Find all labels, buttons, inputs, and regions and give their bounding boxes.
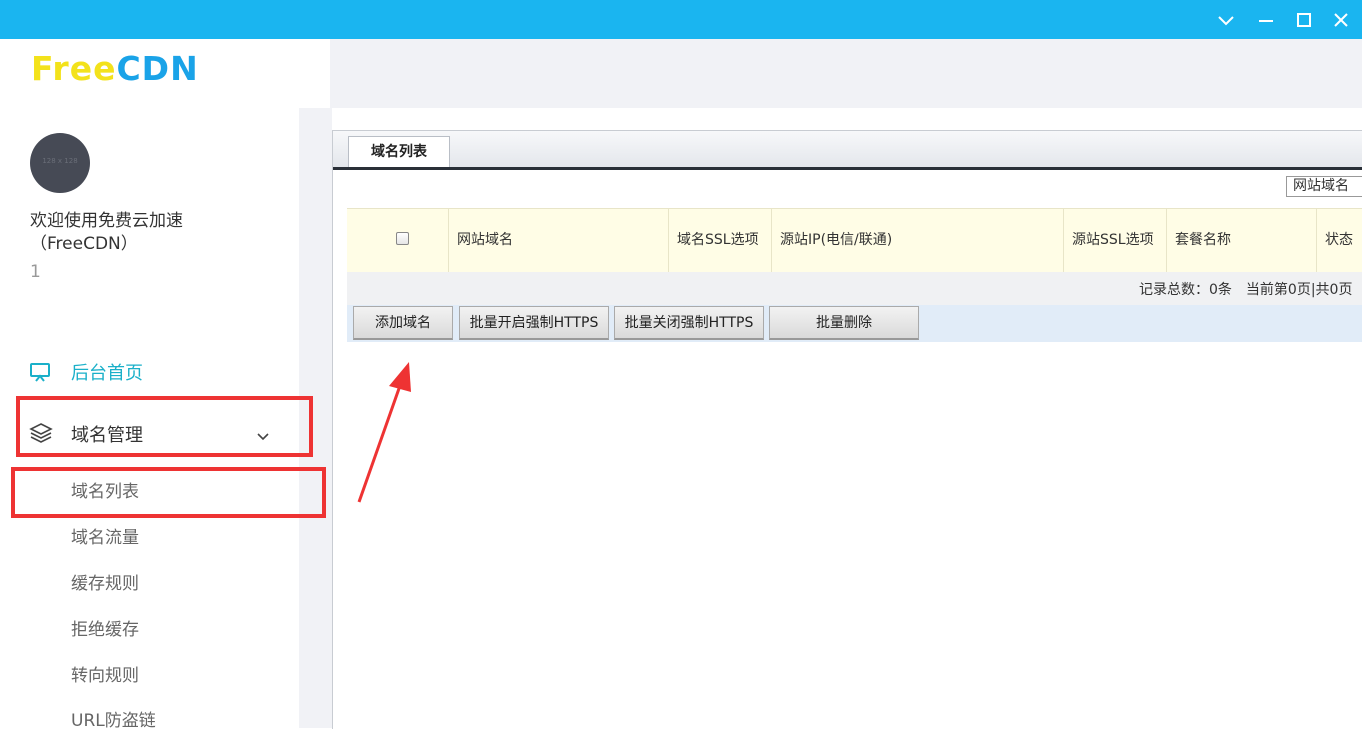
tab-domain-list[interactable]: 域名列表 xyxy=(348,136,450,167)
header-bar xyxy=(330,39,1362,108)
close-icon[interactable] xyxy=(1330,9,1352,31)
sidebar-item-home[interactable]: 后台首页 xyxy=(0,351,299,391)
tab-strip xyxy=(333,131,1362,170)
maximize-icon[interactable] xyxy=(1293,9,1315,31)
batch-disable-https-button[interactable]: 批量关闭强制HTTPS xyxy=(614,306,764,340)
annotation-box-domain-management xyxy=(16,396,313,457)
annotation-arrow xyxy=(350,360,420,514)
logo-cdn: CDN xyxy=(116,49,199,88)
table-header: 网站域名 域名SSL选项 源站IP(电信/联通) 源站SSL选项 套餐名称 状态 xyxy=(347,208,1362,273)
header-select-all-cell xyxy=(347,209,449,272)
sidebar-item-label: 后台首页 xyxy=(71,363,143,384)
sidebar-subitem-reject-cache[interactable]: 拒绝缓存 xyxy=(71,615,139,640)
add-domain-button[interactable]: 添加域名 xyxy=(353,306,453,340)
monitor-icon xyxy=(29,361,51,387)
sidebar-subitem-domain-traffic[interactable]: 域名流量 xyxy=(71,523,139,548)
column-header-domain-ssl[interactable]: 域名SSL选项 xyxy=(669,209,772,272)
brand-logo[interactable]: FreeCDN xyxy=(31,49,199,88)
sidebar-subitem-url-hotlink[interactable]: URL防盗链 xyxy=(71,706,156,731)
batch-delete-button[interactable]: 批量删除 xyxy=(769,306,919,340)
column-header-package[interactable]: 套餐名称 xyxy=(1167,209,1317,272)
column-header-status[interactable]: 状态 xyxy=(1317,209,1362,272)
avatar-placeholder-text: 128 x 128 xyxy=(42,157,78,165)
minimize-icon[interactable] xyxy=(1255,9,1277,31)
column-header-domain[interactable]: 网站域名 xyxy=(449,209,669,272)
welcome-line-1: 欢迎使用免费云加速 xyxy=(30,211,183,231)
search-field-select[interactable]: 网站域名 xyxy=(1286,176,1362,197)
user-id: 1 xyxy=(30,262,41,282)
sidebar-subitem-redirect-rules[interactable]: 转向规则 xyxy=(71,661,139,686)
pager-text: 记录总数：0条 当前第0页|共0页 xyxy=(1139,282,1353,298)
logo-area: FreeCDN xyxy=(0,39,330,108)
batch-enable-https-button[interactable]: 批量开启强制HTTPS xyxy=(459,306,609,340)
select-all-checkbox[interactable] xyxy=(396,232,409,245)
column-header-origin-ssl[interactable]: 源站SSL选项 xyxy=(1064,209,1167,272)
logo-free: Free xyxy=(31,49,117,88)
window-titlebar xyxy=(0,0,1362,39)
annotation-box-domain-list xyxy=(11,467,326,518)
welcome-text: 欢迎使用免费云加速 （FreeCDN） xyxy=(30,210,183,256)
sidebar-subitem-cache-rules[interactable]: 缓存规则 xyxy=(71,569,139,594)
chevron-down-icon[interactable] xyxy=(1215,9,1237,31)
column-header-origin-ip[interactable]: 源站IP(电信/联通) xyxy=(772,209,1064,272)
search-row xyxy=(347,170,1362,207)
avatar[interactable]: 128 x 128 xyxy=(30,133,90,193)
welcome-line-2: （FreeCDN） xyxy=(30,234,138,254)
